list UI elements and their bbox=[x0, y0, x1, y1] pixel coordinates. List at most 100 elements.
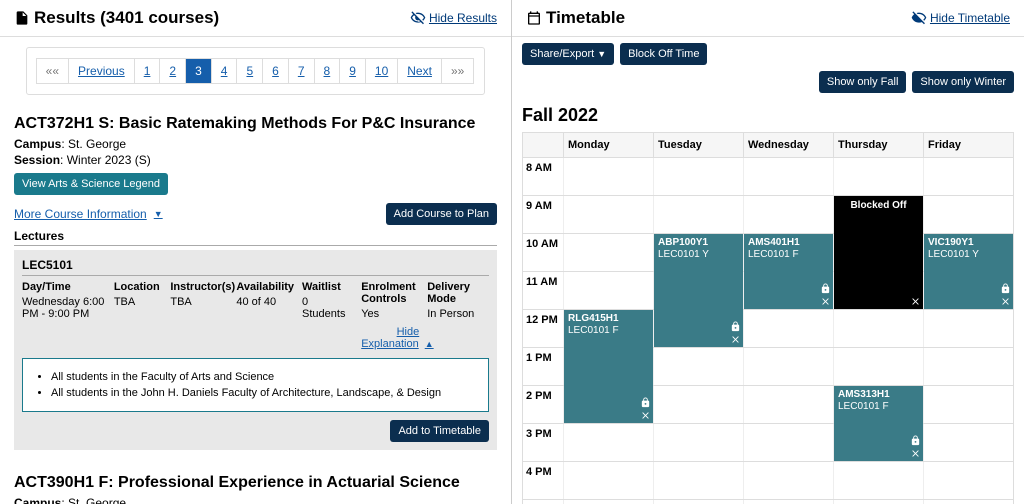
term-label: Fall 2022 bbox=[512, 99, 1024, 132]
page-first[interactable]: «« bbox=[36, 58, 69, 84]
timetable-cell[interactable] bbox=[563, 196, 653, 233]
page-2[interactable]: 2 bbox=[159, 58, 186, 84]
timetable-cell[interactable] bbox=[743, 500, 833, 504]
timetable-cell[interactable] bbox=[923, 272, 1013, 309]
timetable-row: 11 AM bbox=[522, 272, 1014, 310]
page-last[interactable]: »» bbox=[441, 58, 474, 84]
page-6[interactable]: 6 bbox=[262, 58, 289, 84]
timetable-cell[interactable] bbox=[563, 348, 653, 385]
share-export-button[interactable]: Share/Export bbox=[522, 43, 614, 65]
page-10[interactable]: 10 bbox=[365, 58, 398, 84]
legend-button[interactable]: View Arts & Science Legend bbox=[14, 173, 168, 195]
event-code: AMS401H1 bbox=[748, 237, 829, 249]
page-1[interactable]: 1 bbox=[134, 58, 161, 84]
timetable-cell[interactable] bbox=[743, 196, 833, 233]
page-3[interactable]: 3 bbox=[185, 58, 212, 84]
timetable-cell[interactable]: AMS401H1 LEC0101 F bbox=[743, 234, 833, 271]
timetable-cell[interactable] bbox=[563, 272, 653, 309]
more-info-link[interactable]: More Course Information bbox=[14, 207, 163, 221]
timetable-cell[interactable] bbox=[833, 348, 923, 385]
timetable-cell[interactable]: ABP100Y1 LEC0101 Y bbox=[653, 234, 743, 271]
block-off-button[interactable]: Block Off Time bbox=[620, 43, 707, 65]
timetable-cell[interactable] bbox=[653, 424, 743, 461]
timetable-cell[interactable] bbox=[833, 424, 923, 461]
timetable-row: 1 PM bbox=[522, 348, 1014, 386]
timetable-cell[interactable] bbox=[923, 424, 1013, 461]
page-prev[interactable]: Previous bbox=[68, 58, 135, 84]
timetable-cell[interactable] bbox=[563, 158, 653, 195]
page-next[interactable]: Next bbox=[397, 58, 442, 84]
timetable-cell[interactable] bbox=[743, 424, 833, 461]
timetable-cell[interactable] bbox=[923, 310, 1013, 347]
timetable-cell[interactable] bbox=[563, 234, 653, 271]
timetable-cell[interactable] bbox=[743, 158, 833, 195]
timetable-cell[interactable] bbox=[653, 272, 743, 309]
timetable-cell[interactable] bbox=[743, 272, 833, 309]
timetable-cell[interactable] bbox=[923, 500, 1013, 504]
timetable-cell[interactable] bbox=[563, 386, 653, 423]
timetable-cell[interactable] bbox=[653, 500, 743, 504]
timetable-row: 5 PM bbox=[522, 500, 1014, 504]
timetable-cell[interactable] bbox=[833, 462, 923, 499]
timetable-cell[interactable]: AMS313H1 LEC0101 F bbox=[833, 386, 923, 423]
timetable-cell[interactable] bbox=[653, 310, 743, 347]
timetable-cell[interactable] bbox=[743, 310, 833, 347]
timetable-header: Timetable Hide Timetable bbox=[512, 0, 1024, 37]
timetable-cell[interactable] bbox=[653, 158, 743, 195]
day-head-thu: Thursday bbox=[833, 133, 923, 157]
page-7[interactable]: 7 bbox=[288, 58, 315, 84]
add-timetable-button[interactable]: Add to Timetable bbox=[390, 420, 489, 442]
timetable-cell[interactable] bbox=[923, 462, 1013, 499]
hide-timetable-label: Hide Timetable bbox=[930, 11, 1010, 25]
timetable-cell[interactable] bbox=[653, 196, 743, 233]
timetable-toolbar: Share/Export Block Off Time bbox=[512, 37, 1024, 71]
page-4[interactable]: 4 bbox=[211, 58, 238, 84]
timetable-cell[interactable] bbox=[743, 348, 833, 385]
eye-off-icon bbox=[410, 10, 426, 26]
timetable-cell[interactable] bbox=[653, 386, 743, 423]
timetable-cell[interactable] bbox=[833, 310, 923, 347]
time-label: 3 PM bbox=[523, 424, 563, 461]
timetable-cell[interactable] bbox=[833, 500, 923, 504]
pagination: «« Previous 1 2 3 4 5 6 7 8 9 10 Next »» bbox=[26, 47, 486, 95]
hide-timetable-link[interactable]: Hide Timetable bbox=[911, 10, 1010, 26]
timetable-cell[interactable]: Blocked Off bbox=[833, 196, 923, 233]
timetable-cell[interactable]: VIC190Y1 LEC0101 Y bbox=[923, 234, 1013, 271]
add-course-plan-button[interactable]: Add Course to Plan bbox=[386, 203, 497, 225]
timetable-cell[interactable] bbox=[923, 348, 1013, 385]
page-9[interactable]: 9 bbox=[339, 58, 366, 84]
timetable-cell[interactable] bbox=[833, 234, 923, 271]
explanation-line: All students in the Faculty of Arts and … bbox=[51, 371, 466, 383]
results-panel: Results (3401 courses) Hide Results «« P… bbox=[0, 0, 512, 504]
timetable-cell[interactable] bbox=[563, 424, 653, 461]
timetable-cell[interactable] bbox=[833, 272, 923, 309]
timetable-cell[interactable] bbox=[923, 386, 1013, 423]
page-5[interactable]: 5 bbox=[236, 58, 263, 84]
timetable-head: Monday Tuesday Wednesday Thursday Friday bbox=[522, 132, 1014, 158]
show-fall-button[interactable]: Show only Fall bbox=[819, 71, 907, 93]
time-label: 11 AM bbox=[523, 272, 563, 309]
page-8[interactable]: 8 bbox=[314, 58, 341, 84]
hide-results-label: Hide Results bbox=[429, 11, 497, 25]
timetable-cell[interactable] bbox=[833, 158, 923, 195]
hide-results-link[interactable]: Hide Results bbox=[410, 10, 497, 26]
event-section: LEC0101 F bbox=[748, 249, 829, 261]
timetable-cell[interactable] bbox=[923, 158, 1013, 195]
hide-explanation-link[interactable]: Hide Explanation bbox=[361, 326, 419, 350]
timetable-cell[interactable] bbox=[563, 462, 653, 499]
timetable-cell[interactable] bbox=[653, 348, 743, 385]
timetable-cell[interactable] bbox=[743, 462, 833, 499]
timetable-row: 12 PMRLG415H1 LEC0101 F bbox=[522, 310, 1014, 348]
show-winter-button[interactable]: Show only Winter bbox=[912, 71, 1014, 93]
timetable-cell[interactable] bbox=[563, 500, 653, 504]
course-act372: ACT372H1 S: Basic Ratemaking Methods For… bbox=[0, 105, 511, 464]
timetable-cell[interactable]: RLG415H1 LEC0101 F bbox=[563, 310, 653, 347]
timetable-cell[interactable] bbox=[653, 462, 743, 499]
timetable-cell[interactable] bbox=[743, 386, 833, 423]
timetable-cell[interactable] bbox=[923, 196, 1013, 233]
timetable-row: 4 PM bbox=[522, 462, 1014, 500]
course-campus: Campus: St. George bbox=[14, 496, 497, 504]
time-label: 5 PM bbox=[523, 500, 563, 504]
event-section: LEC0101 F bbox=[568, 325, 649, 337]
lecture-code: LEC5101 bbox=[22, 258, 489, 276]
